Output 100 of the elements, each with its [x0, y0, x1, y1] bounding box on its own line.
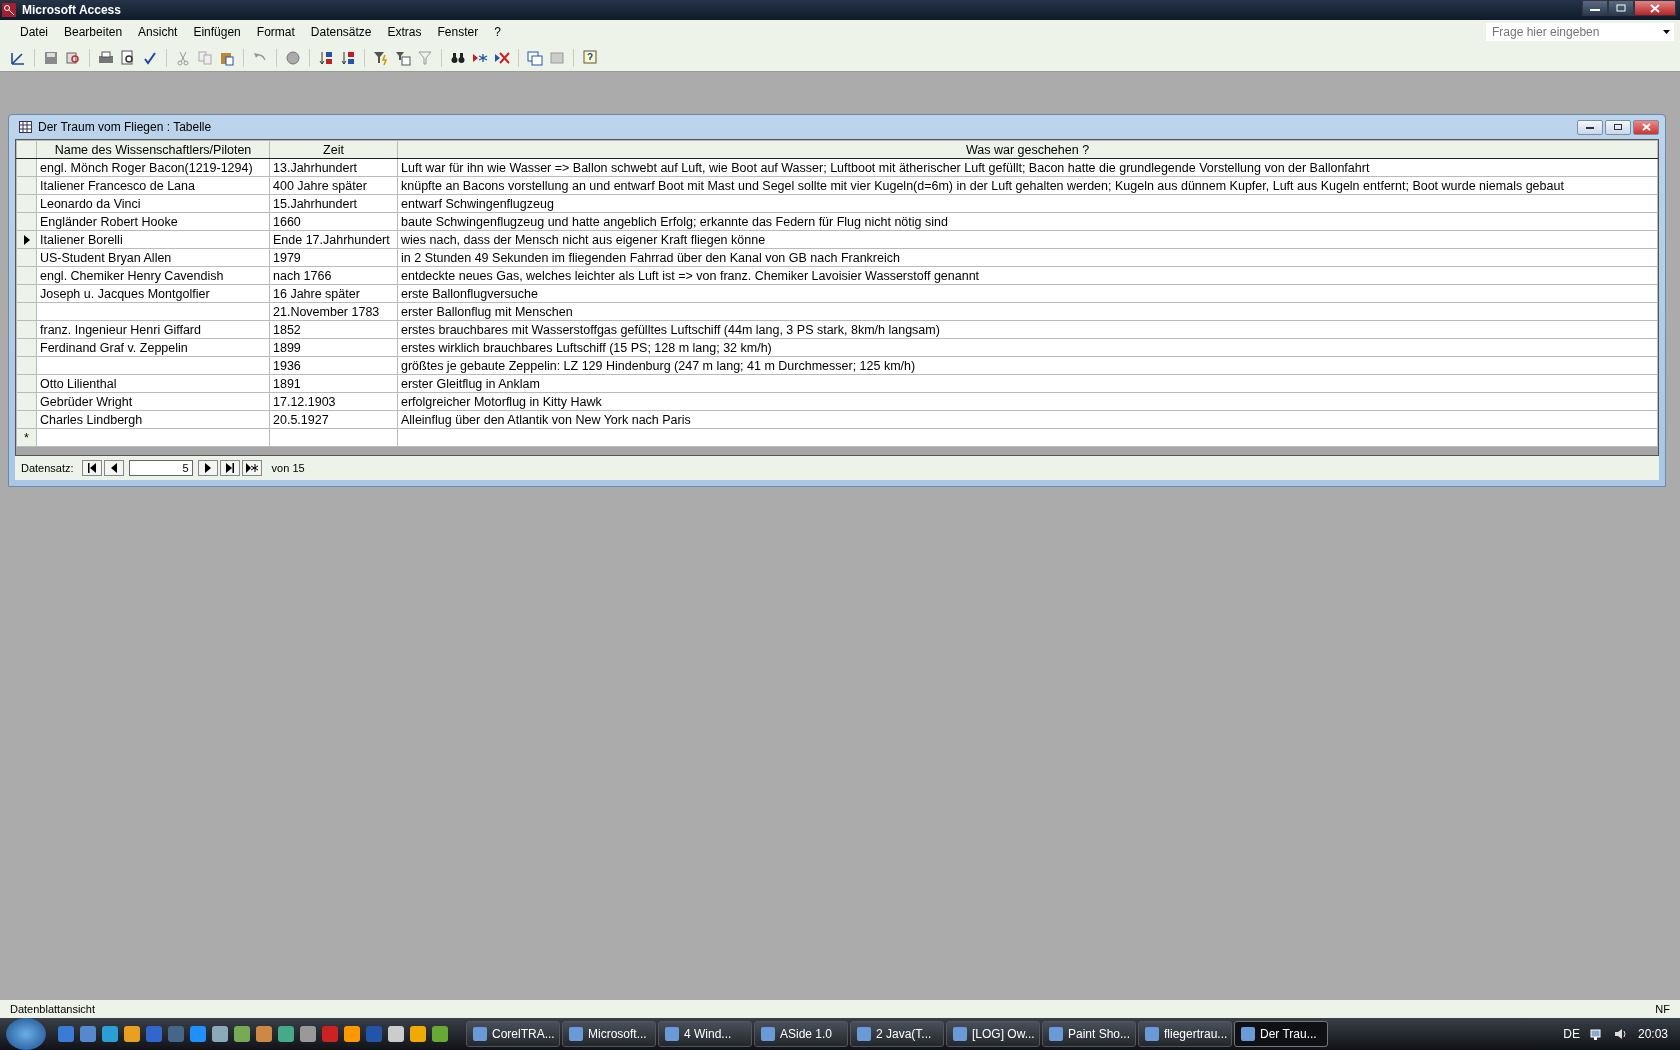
table-cell: 1852	[269, 320, 398, 339]
table-cell: 20.5.1927	[269, 410, 398, 429]
copy-icon[interactable]	[197, 49, 213, 66]
taskbar-button[interactable]: 2 Java(T...	[850, 1021, 944, 1047]
quick-launch-icon[interactable]	[102, 1026, 118, 1042]
quick-launch-icon[interactable]	[300, 1026, 316, 1042]
record-label: Datensatz:	[21, 462, 74, 474]
menu-item[interactable]: Fenster	[429, 23, 487, 41]
table-cell: baute Schwingenflugzeug und hatte angeblich Erfolg; erkannte das Federn für Flug nicht nötig sind	[397, 212, 1658, 231]
help-search-field[interactable]: Frage hier eingeben	[1486, 23, 1674, 41]
table-cell: erste Ballonflugversuche	[397, 284, 1658, 303]
last-icon	[223, 463, 236, 473]
clock[interactable]: 20:03	[1637, 1027, 1668, 1041]
taskbar-button[interactable]: 4 Wind...	[658, 1021, 752, 1047]
filter-lightning-icon[interactable]	[373, 49, 389, 66]
table-cell: erfolgreicher Motorflug in Kitty Hawk	[397, 392, 1658, 411]
quick-launch-icon[interactable]	[432, 1026, 448, 1042]
table-cell: erster Gleitflug in Anklam	[397, 374, 1658, 393]
new-record-button[interactable]	[241, 460, 262, 476]
first-record-button[interactable]	[81, 460, 102, 476]
quick-launch-icon[interactable]	[410, 1026, 426, 1042]
table-cell: Gebrüder Wright	[36, 392, 270, 411]
language-indicator[interactable]: DE	[1563, 1027, 1580, 1041]
quick-launch-icon[interactable]	[344, 1026, 360, 1042]
sort-desc-icon[interactable]	[340, 49, 356, 66]
close-icon	[1641, 123, 1651, 131]
speaker-icon[interactable]	[1613, 1027, 1628, 1041]
record-count-label: von 15	[271, 462, 305, 474]
quick-launch-icon[interactable]	[322, 1026, 338, 1042]
previous-record-button[interactable]	[103, 460, 124, 476]
table-cell: Italiener Francesco de Lana	[36, 176, 270, 195]
table-cell: Charles Lindbergh	[36, 410, 270, 429]
table-cell: 400 Jahre später	[269, 176, 398, 195]
menu-item[interactable]: ?	[486, 23, 509, 41]
record-number-field[interactable]: 5	[128, 460, 193, 476]
menu-item[interactable]: Einfügen	[185, 23, 249, 41]
menu-item[interactable]: Datei	[12, 23, 56, 41]
quick-launch-icon[interactable]	[234, 1026, 250, 1042]
table-cell: in 2 Stunden 49 Sekunden im fliegenden Fahrrad über den Kanal von GB nach Frankreich	[397, 248, 1658, 267]
minimize-button[interactable]	[1582, 0, 1608, 16]
close-button[interactable]	[1634, 0, 1676, 16]
taskbar-button[interactable]: fliegertrau...	[1138, 1021, 1232, 1047]
table-window-title: Der Traum vom Fliegen : Tabelle	[38, 120, 213, 134]
menu-item[interactable]: Extras	[379, 23, 430, 41]
taskbar-button[interactable]: CorelTRA...	[466, 1021, 560, 1047]
quick-launch-icon[interactable]	[58, 1026, 74, 1042]
filter-form-icon[interactable]	[395, 49, 411, 66]
quick-launch-icon[interactable]	[278, 1026, 294, 1042]
table-cell: 21.November 1783	[269, 302, 398, 321]
current-row-icon	[22, 234, 31, 245]
taskbar-button[interactable]: Microsoft...	[562, 1021, 656, 1047]
column-header[interactable]: Was war geschehen ?	[397, 140, 1658, 159]
table-cell: Engländer Robert Hooke	[36, 212, 270, 231]
table-cell: erstes brauchbares mit Wasserstoffgas gefülltes Luftschiff (44m lang, 3 PS stark, 8km/h langsam)	[397, 320, 1658, 339]
table-cell: Otto Lilienthal	[36, 374, 270, 393]
row-selector[interactable]	[16, 140, 37, 159]
quick-launch-icon[interactable]	[146, 1026, 162, 1042]
network-icon[interactable]	[1589, 1027, 1604, 1041]
taskbar-button[interactable]: Paint Sho...	[1042, 1021, 1136, 1047]
quick-launch-icon[interactable]	[190, 1026, 206, 1042]
last-record-button[interactable]	[219, 460, 240, 476]
table-cell: 1936	[269, 356, 398, 375]
quick-launch-icon[interactable]	[80, 1026, 96, 1042]
menu-item[interactable]: Datensätze	[302, 23, 380, 41]
windows-icon[interactable]	[527, 49, 543, 66]
save-icon[interactable]	[43, 49, 59, 66]
menu-item[interactable]: Bearbeiten	[56, 23, 131, 41]
table-cell: Joseph u. Jacques Montgolfier	[36, 284, 270, 303]
table-cell: 13.Jahrhundert	[269, 158, 398, 177]
menu-item[interactable]: Format	[248, 23, 303, 41]
print-icon[interactable]	[98, 49, 114, 66]
taskbar-button[interactable]: [LOG] Ow...	[946, 1021, 1040, 1047]
restore-icon	[1616, 4, 1626, 12]
help-icon[interactable]	[582, 49, 598, 66]
quick-launch-icon[interactable]	[366, 1026, 382, 1042]
quick-launch-icon[interactable]	[212, 1026, 228, 1042]
scissors-icon[interactable]	[175, 49, 191, 66]
quick-launch-icon[interactable]	[124, 1026, 140, 1042]
taskbar-button[interactable]: Der Trau...	[1234, 1021, 1328, 1047]
minimize-button[interactable]	[1577, 119, 1603, 135]
quick-launch-icon[interactable]	[168, 1026, 184, 1042]
start-button[interactable]	[6, 1018, 46, 1050]
column-header[interactable]: Name des Wissenschaftlers/Piloten	[36, 140, 270, 159]
preview-icon[interactable]	[120, 49, 136, 66]
table-cell: Luft war für ihn wie Wasser => Ballon schwebt auf Luft, wie Boot auf Wasser; Luftboot mit ätherischer Luft gefüllt; Bacon hatte die grundlegende Vorstellung von der Ballonfahrt	[397, 158, 1658, 177]
new-record-icon	[245, 463, 258, 473]
column-header[interactable]: Zeit	[269, 140, 398, 159]
maximize-button[interactable]	[1605, 119, 1631, 135]
table-cell: entwarf Schwingenflugzeug	[397, 194, 1658, 213]
taskbar-button[interactable]: ASide 1.0	[754, 1021, 848, 1047]
table-cell: größtes je gebaute Zeppelin: LZ 129 Hindenburg (247 m lang; 41 m Durchmesser; 125 km/h)	[397, 356, 1658, 375]
table-cell: 1660	[269, 212, 398, 231]
quick-launch-icon[interactable]	[388, 1026, 404, 1042]
menu-item[interactable]: Ansicht	[130, 23, 186, 41]
table-cell: Alleinflug über den Atlantik von New York nach Paris	[397, 410, 1658, 429]
quick-launch-icon[interactable]	[256, 1026, 272, 1042]
restore-button[interactable]	[1608, 0, 1634, 16]
next-record-button[interactable]	[197, 460, 218, 476]
sort-asc-icon[interactable]	[318, 49, 334, 66]
funnel-icon[interactable]	[417, 49, 433, 66]
